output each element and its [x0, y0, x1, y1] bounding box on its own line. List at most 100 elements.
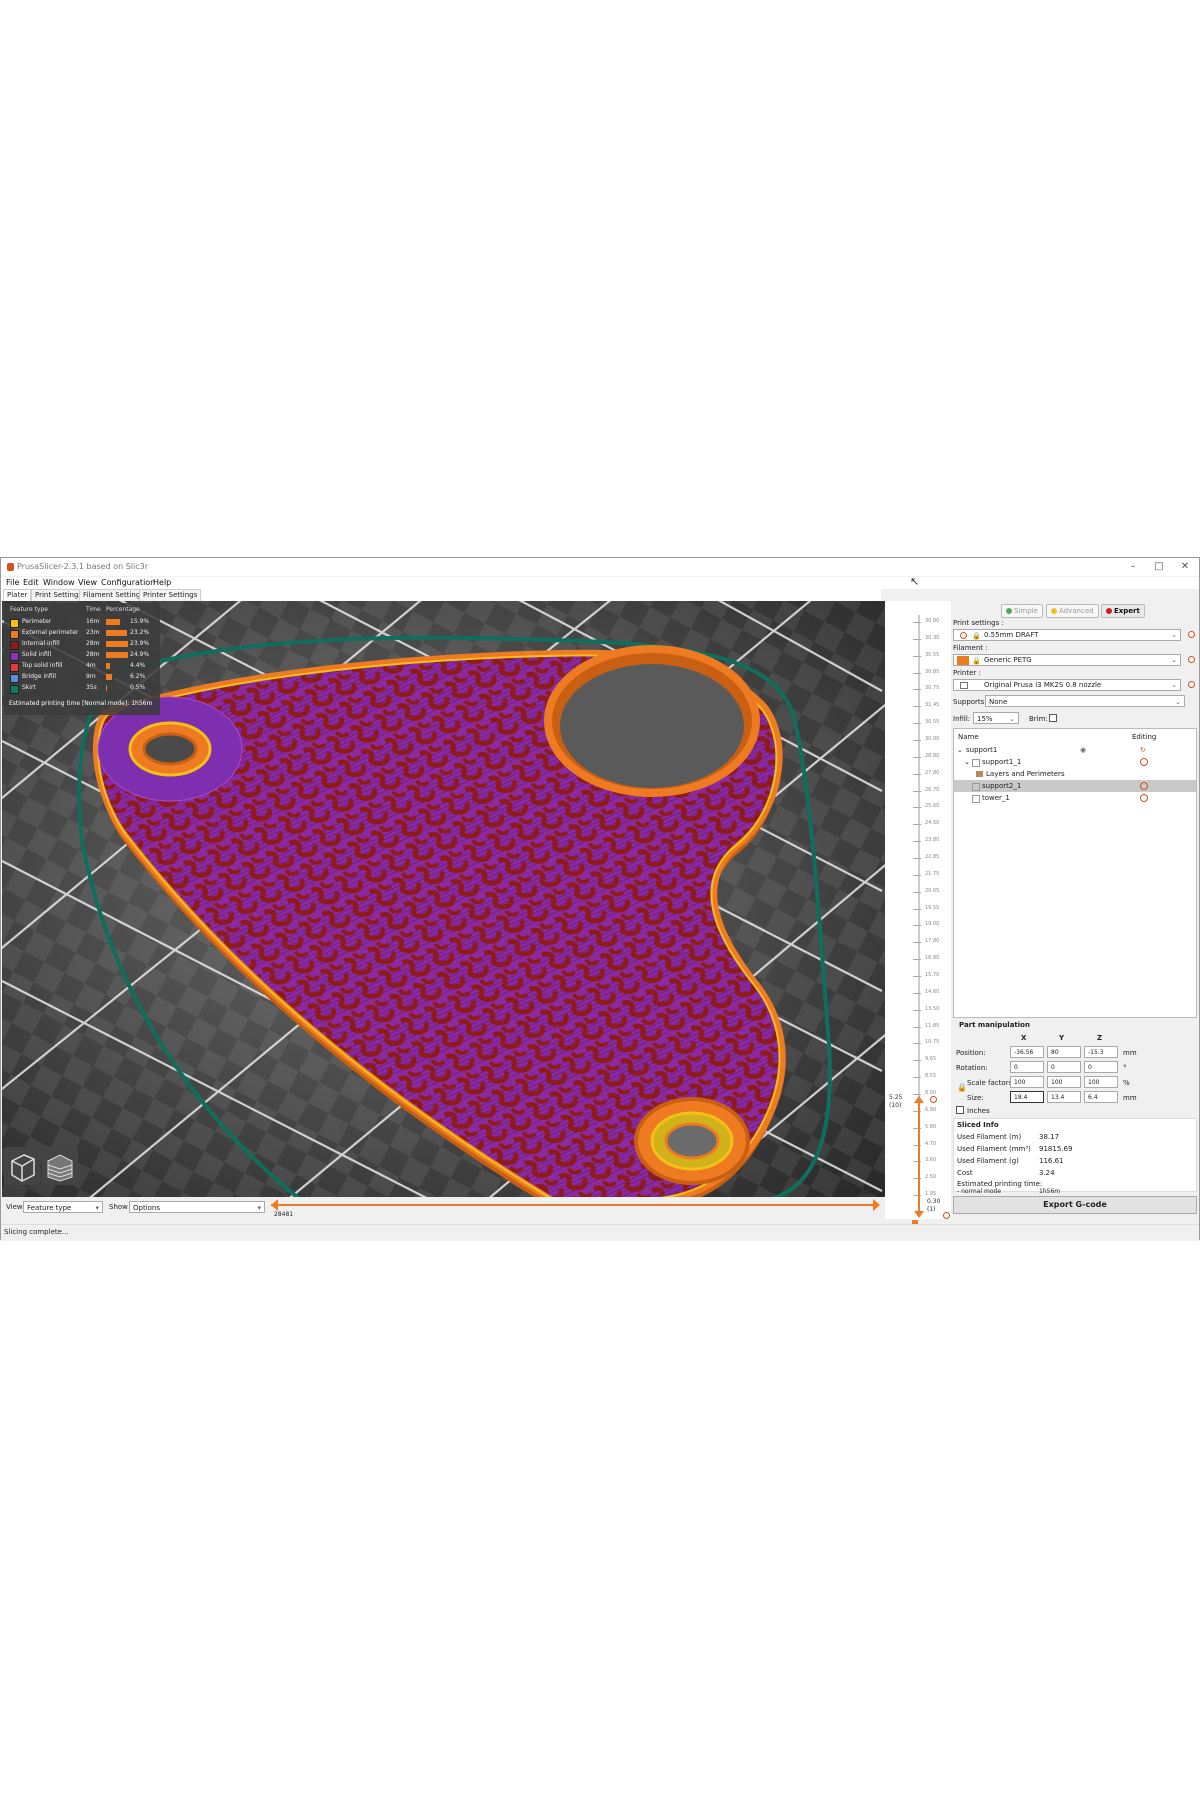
tree-node-support1[interactable]: ⌄ support1 ◉ ↻ [954, 744, 1196, 756]
print-settings-edit-icon[interactable] [1188, 631, 1195, 638]
legend-row-label: Top solid infill [22, 662, 63, 669]
layer-tick [913, 723, 921, 725]
chevron-down-icon[interactable]: ⌄ [964, 758, 970, 766]
size-z-input[interactable]: 6.4 [1084, 1091, 1118, 1103]
view-type-select[interactable]: Feature type ▾ [23, 1201, 103, 1213]
status-text: Slicing complete... [4, 1228, 69, 1236]
horizontal-slider-right-thumb[interactable] [873, 1199, 880, 1211]
layer-upper-cog-icon[interactable] [930, 1096, 937, 1103]
layer-tick [913, 1060, 921, 1062]
layer-tick-label: 30.75 [925, 685, 940, 692]
legend-percentage-bar [106, 652, 129, 658]
legend-row-time: 4m [86, 662, 96, 669]
undo-edit-icon[interactable]: ↻ [1140, 746, 1146, 754]
right-sidebar: Simple Advanced Expert Print settings : … [951, 601, 1199, 1221]
layer-upper-thumb[interactable] [914, 1096, 924, 1103]
menu-window[interactable]: Window [43, 578, 75, 587]
size-x-input[interactable]: 18.4 [1010, 1091, 1044, 1103]
mode-advanced[interactable]: Advanced [1046, 604, 1099, 618]
tree-node-tower1[interactable]: tower_1 [954, 792, 1196, 804]
scale-y-input[interactable]: 100 [1047, 1076, 1081, 1088]
layer-tick [913, 824, 921, 826]
tree-node-layers-perimeters[interactable]: Layers and Perimeters [954, 768, 1196, 780]
mode-simple[interactable]: Simple [1001, 604, 1043, 618]
legend-row: Internal infill 28m 23.9% [4, 639, 160, 650]
legend-color-swatch [10, 674, 19, 683]
size-y-input[interactable]: 13.4 [1047, 1091, 1081, 1103]
filament-color-swatch[interactable] [957, 656, 969, 665]
tab-printer-settings[interactable]: Printer Settings [139, 589, 202, 601]
minimize-icon[interactable]: – [1121, 560, 1145, 574]
menu-edit[interactable]: Edit [23, 578, 39, 587]
inches-checkbox[interactable] [956, 1106, 964, 1114]
advanced-mode-dot-icon [1051, 608, 1057, 614]
settings-cog-icon[interactable] [1140, 794, 1148, 802]
legend-row-time: 28m [86, 651, 100, 658]
layer-tick-label: 8.00 [925, 1090, 937, 1096]
position-z-input[interactable]: -15.3 [1084, 1046, 1118, 1058]
rotation-z-input[interactable]: 0 [1084, 1061, 1118, 1073]
menu-view[interactable]: View [78, 578, 97, 587]
legend-row-label: Bridge infill [22, 673, 57, 680]
layer-tick [913, 976, 921, 977]
cost-value: 3.24 [1039, 1169, 1055, 1177]
print-settings-select[interactable]: 🔒 0.55mm DRAFT ⌄ [953, 629, 1181, 641]
tree-node-label: support1_1 [982, 758, 1022, 766]
mode-expert[interactable]: Expert [1101, 604, 1145, 618]
layer-lower-cog-icon[interactable] [943, 1212, 950, 1219]
horizontal-move-slider[interactable] [271, 1204, 877, 1206]
app-window: PrusaSlicer-2.3.1 based on Slic3r – □ ✕ … [0, 557, 1200, 1241]
printer-edit-icon[interactable] [1188, 681, 1195, 688]
position-y-input[interactable]: 80 [1047, 1046, 1081, 1058]
rotation-y-input[interactable]: 0 [1047, 1061, 1081, 1073]
menu-file[interactable]: File [6, 578, 19, 587]
legend-row-percentage: 23.9% [130, 640, 150, 647]
position-x-input[interactable]: -36.56 [1010, 1046, 1044, 1058]
filament-edit-icon[interactable] [1188, 656, 1195, 663]
layer-tick [913, 1077, 921, 1079]
view-type-value: Feature type [27, 1204, 72, 1212]
layer-tick-label: 19.55 [925, 904, 940, 911]
brim-checkbox[interactable] [1049, 714, 1057, 722]
printer-select[interactable]: Original Prusa i3 MK2S 0.8 nozzle ⌄ [953, 679, 1181, 691]
tab-print-settings[interactable]: Print Settings [31, 589, 87, 601]
used-filament-g-label: Used Filament (g) [957, 1157, 1019, 1165]
maximize-icon[interactable]: □ [1147, 560, 1171, 574]
filament-select[interactable]: 🔒 Generic PETG ⌄ [953, 654, 1181, 666]
chevron-down-icon: ⌄ [1175, 698, 1181, 706]
export-gcode-button[interactable]: Export G-code [953, 1196, 1197, 1214]
infill-select[interactable]: 15% ⌄ [973, 712, 1019, 724]
legend-row-time: 9m [86, 673, 96, 680]
scale-lock-icon[interactable]: 🔒 [957, 1083, 967, 1092]
menu-help[interactable]: Help [153, 578, 171, 587]
settings-cog-icon[interactable] [1140, 782, 1148, 790]
scale-z-input[interactable]: 100 [1084, 1076, 1118, 1088]
filament-label: Filament : [953, 644, 988, 652]
sliced-info-title: Sliced Info [957, 1121, 999, 1129]
chevron-down-icon[interactable]: ⌄ [957, 746, 963, 754]
tab-filament-settings[interactable]: Filament Settings [79, 589, 148, 601]
layer-tick-label: 22.85 [925, 854, 940, 860]
view-cube-button[interactable] [4, 1147, 40, 1185]
layer-lower-thumb[interactable] [914, 1211, 924, 1218]
tree-node-support1-1[interactable]: ⌄ support1_1 [954, 756, 1196, 768]
supports-select[interactable]: None ⌄ [985, 695, 1185, 707]
settings-cog-icon[interactable] [1140, 758, 1148, 766]
legend-percentage-bar [106, 630, 127, 636]
close-icon[interactable]: ✕ [1173, 560, 1197, 574]
layer-tick [913, 1043, 921, 1045]
show-options-select[interactable]: Options ▾ [129, 1201, 265, 1213]
scale-x-input[interactable]: 100 [1010, 1076, 1044, 1088]
mode-advanced-label: Advanced [1059, 607, 1094, 615]
printer-label: Printer : [953, 669, 981, 677]
layers-view-button[interactable] [42, 1147, 78, 1185]
simple-mode-dot-icon [1006, 608, 1012, 614]
tab-plater[interactable]: Plater [3, 589, 32, 601]
layer-tick-label: 24.50 [925, 820, 940, 827]
rotation-x-input[interactable]: 0 [1010, 1061, 1044, 1073]
tree-node-support2-1[interactable]: support2_1 [954, 780, 1196, 792]
eye-icon[interactable]: ◉ [1080, 746, 1086, 754]
menu-configuration[interactable]: Configuration [101, 578, 155, 587]
horizontal-slider-left-thumb[interactable] [271, 1199, 278, 1211]
horizontal-slider-right-value: 30125 [856, 1189, 876, 1196]
